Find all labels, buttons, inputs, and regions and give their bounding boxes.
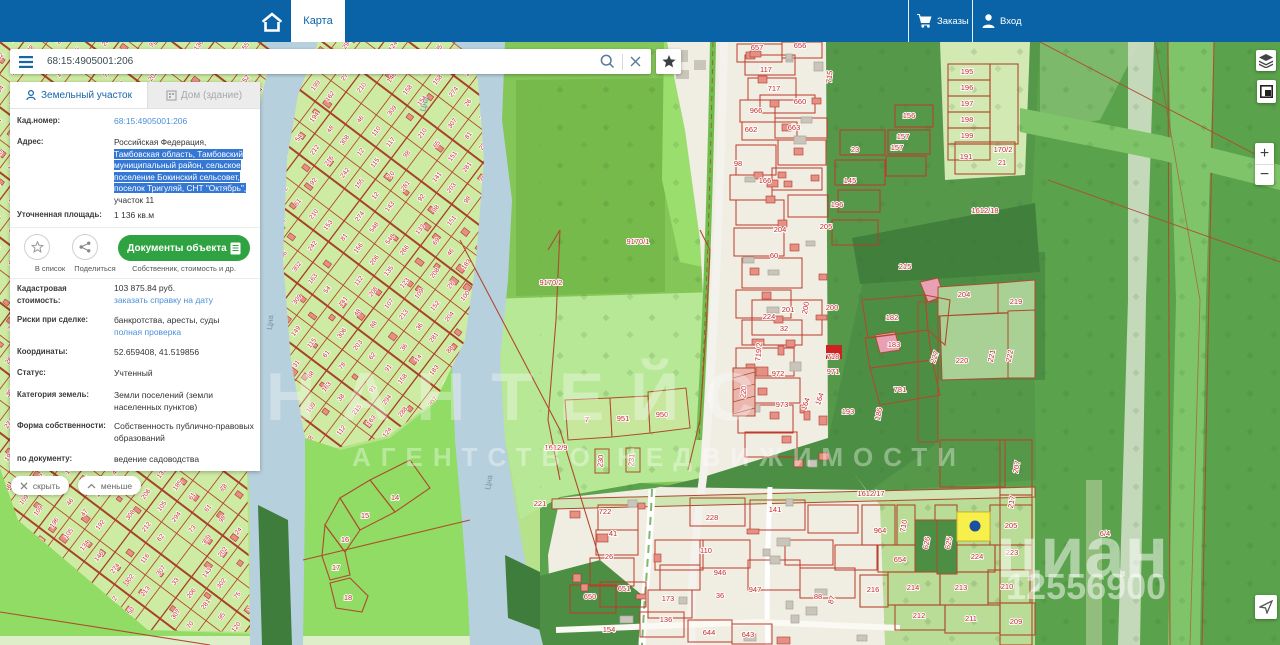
svg-text:660: 660 [794,97,807,106]
svg-text:214: 214 [907,583,920,592]
svg-text:221: 221 [534,499,547,508]
svg-text:182: 182 [886,313,899,322]
svg-text:722: 722 [599,507,612,516]
svg-text:651: 651 [618,584,631,593]
svg-text:228: 228 [706,513,719,522]
svg-text:191: 191 [960,152,973,161]
svg-text:193: 193 [842,407,855,416]
svg-text:656: 656 [794,42,807,50]
svg-text:157: 157 [897,132,910,141]
svg-text:1612/18: 1612/18 [971,206,998,215]
svg-text:14: 14 [391,493,399,502]
svg-text:18: 18 [344,593,352,602]
svg-text:211: 211 [965,614,977,623]
svg-text:23: 23 [851,145,859,154]
svg-text:204: 204 [774,225,787,234]
svg-text:88: 88 [814,592,822,601]
svg-text:16: 16 [341,535,349,544]
svg-text:946: 946 [714,568,727,577]
svg-text:781: 781 [894,385,907,394]
svg-text:12556900: 12556900 [1006,566,1166,607]
svg-text:36: 36 [716,591,724,600]
svg-text:196: 196 [831,200,844,209]
svg-text:156: 156 [903,111,916,120]
svg-text:АГЕНТСТВО НЕДВИЖИМОСТИ: АГЕНТСТВО НЕДВИЖИМОСТИ [352,442,966,472]
svg-text:947: 947 [749,585,762,594]
svg-text:166: 166 [759,176,772,185]
svg-text:110: 110 [700,546,712,555]
svg-text:Цна: Цна [265,314,275,330]
svg-text:715: 715 [824,70,834,83]
svg-text:662: 662 [745,125,758,134]
svg-text:173: 173 [662,594,675,603]
svg-text:21: 21 [998,158,1006,167]
svg-text:212: 212 [913,611,926,620]
svg-text:117: 117 [760,65,772,74]
svg-text:663: 663 [788,123,801,132]
svg-text:220: 220 [956,356,969,365]
svg-text:224: 224 [971,552,984,561]
svg-text:26: 26 [605,552,613,561]
svg-text:198: 198 [961,115,974,124]
svg-text:1612/17: 1612/17 [857,489,884,498]
svg-text:204: 204 [958,290,971,299]
svg-text:216: 216 [867,585,880,594]
svg-text:966: 966 [750,106,763,115]
svg-text:201: 201 [782,305,795,314]
svg-text:213: 213 [955,583,968,592]
svg-text:9170/2: 9170/2 [540,278,563,287]
svg-text:41: 41 [609,529,617,538]
svg-text:971: 971 [827,367,840,376]
svg-text:98: 98 [734,159,742,168]
svg-text:717: 717 [768,84,781,93]
svg-text:154: 154 [603,625,616,634]
svg-text:60: 60 [770,251,778,260]
svg-text:197: 197 [961,99,974,108]
svg-text:9170/1: 9170/1 [627,237,650,246]
svg-text:219: 219 [1010,297,1023,306]
svg-text:195: 195 [961,67,974,76]
svg-text:196: 196 [961,83,974,92]
svg-text:15: 15 [361,511,369,520]
svg-text:141: 141 [769,505,782,514]
svg-text:209: 209 [1010,617,1023,626]
svg-text:136: 136 [660,615,673,624]
svg-text:НАНТЕЙС: НАНТЕЙС [266,358,780,435]
svg-text:650: 650 [584,592,597,601]
svg-text:964: 964 [874,526,887,535]
svg-text:183: 183 [888,340,901,349]
svg-text:200: 200 [826,303,839,312]
svg-text:157: 157 [891,143,904,152]
svg-text:643: 643 [742,630,755,639]
svg-text:17: 17 [332,563,340,572]
svg-text:718: 718 [827,352,840,361]
svg-text:657: 657 [751,43,764,52]
svg-text:224: 224 [763,312,776,321]
svg-text:32: 32 [780,324,788,333]
svg-text:199: 199 [961,131,974,140]
svg-text:145: 145 [844,176,857,185]
svg-text:170/2: 170/2 [994,145,1013,154]
svg-text:654: 654 [894,555,907,564]
svg-text:205: 205 [820,222,833,231]
svg-text:644: 644 [703,628,716,637]
svg-text:215: 215 [899,262,912,271]
